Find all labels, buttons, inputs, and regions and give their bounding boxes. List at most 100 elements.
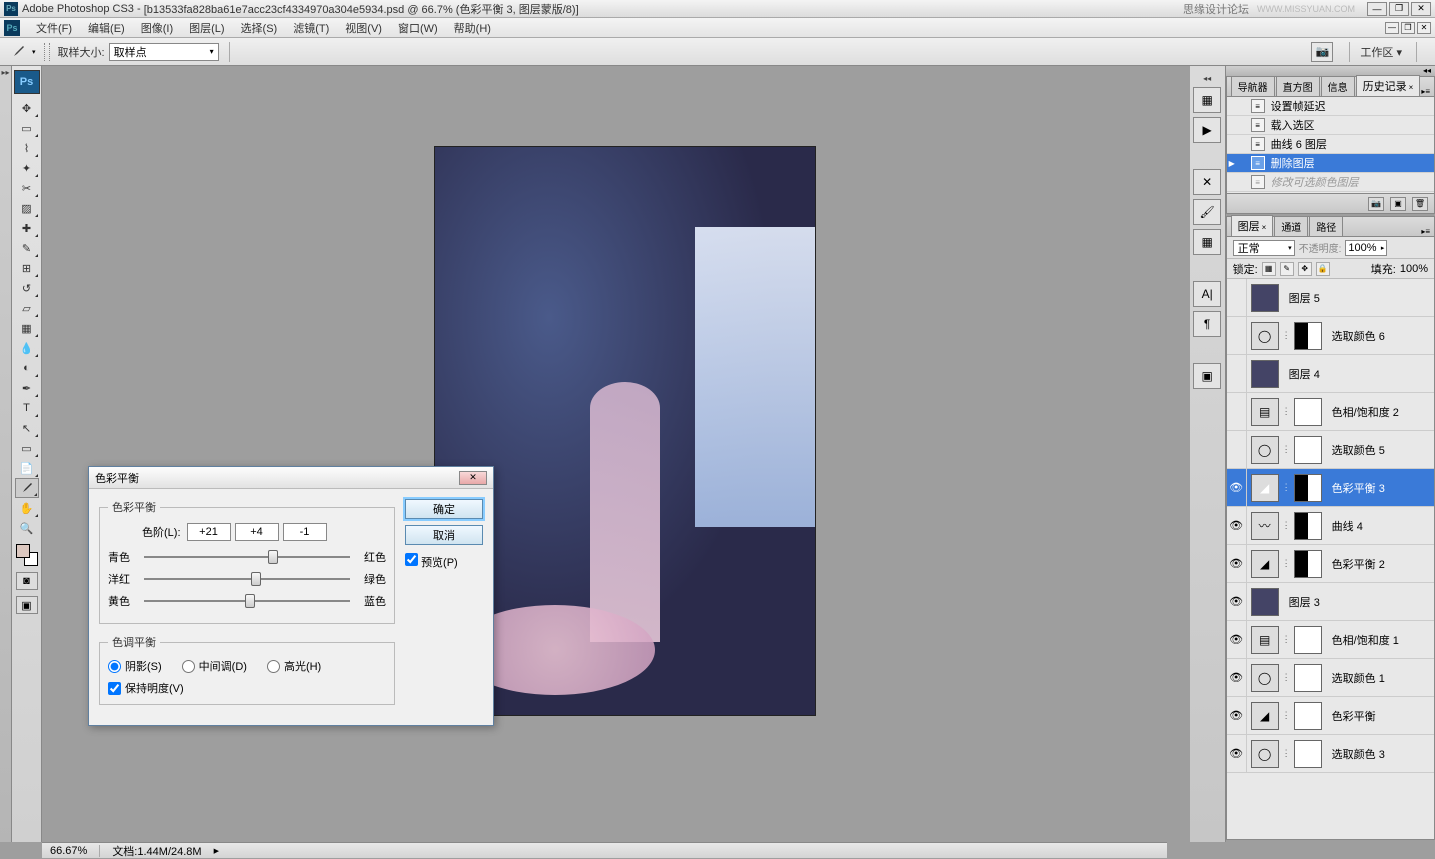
visibility-toggle[interactable]: 👁: [1227, 735, 1247, 772]
bridge-icon[interactable]: 📷: [1311, 42, 1333, 62]
gradient-tool[interactable]: ▦: [15, 318, 39, 338]
visibility-toggle[interactable]: [1227, 279, 1247, 316]
layer-row[interactable]: 👁◯⋮选取颜色 1: [1227, 659, 1434, 697]
stamp-tool[interactable]: ⊞: [15, 258, 39, 278]
layer-row[interactable]: 图层 4: [1227, 355, 1434, 393]
tab-history[interactable]: 历史记录×: [1356, 75, 1421, 96]
layer-row[interactable]: ▤⋮色相/饱和度 2: [1227, 393, 1434, 431]
menu-edit[interactable]: 编辑(E): [80, 20, 133, 36]
histogram-dock-icon[interactable]: ▶: [1193, 117, 1221, 143]
character-dock-icon[interactable]: A|: [1193, 281, 1221, 307]
pen-tool[interactable]: ✒: [15, 378, 39, 398]
dropdown-icon[interactable]: ▾: [32, 48, 36, 56]
mask-thumb[interactable]: [1294, 398, 1322, 426]
maximize-button[interactable]: ❐: [1389, 2, 1409, 16]
layer-thumb[interactable]: [1251, 588, 1279, 616]
visibility-toggle[interactable]: 👁: [1227, 697, 1247, 734]
screenmode-button[interactable]: ▣: [16, 596, 38, 614]
layer-name[interactable]: 色相/饱和度 2: [1326, 404, 1399, 420]
layer-name[interactable]: 图层 5: [1283, 290, 1320, 306]
mask-thumb[interactable]: [1294, 626, 1322, 654]
layer-name[interactable]: 曲线 4: [1326, 518, 1363, 534]
doc-restore-button[interactable]: ❐: [1401, 22, 1415, 34]
opacity-input[interactable]: 100%: [1345, 240, 1387, 256]
doc-size-info[interactable]: 文档:1.44M/24.8M: [112, 843, 201, 859]
link-icon[interactable]: ⋮: [1282, 520, 1291, 531]
link-icon[interactable]: ⋮: [1282, 710, 1291, 721]
path-tool[interactable]: ↖: [15, 418, 39, 438]
layer-row[interactable]: ◯⋮选取颜色 6: [1227, 317, 1434, 355]
layer-row[interactable]: 👁〰⋮曲线 4: [1227, 507, 1434, 545]
mask-thumb[interactable]: [1294, 702, 1322, 730]
level-yellow-blue-input[interactable]: [283, 523, 327, 541]
canvas-area[interactable]: 色彩平衡 ✕ 色彩平衡 色阶(L): 青色: [42, 66, 1190, 842]
mask-thumb[interactable]: [1294, 474, 1322, 502]
crop-tool[interactable]: ✂: [15, 178, 39, 198]
eyedropper-tool[interactable]: [15, 478, 39, 498]
menu-window[interactable]: 窗口(W): [390, 20, 446, 36]
link-icon[interactable]: ⋮: [1282, 406, 1291, 417]
workspace-button[interactable]: 工作区 ▾: [1360, 44, 1402, 60]
ok-button[interactable]: 确定: [405, 499, 483, 519]
history-item[interactable]: ≡设置帧延迟: [1227, 97, 1434, 116]
tools-dock-icon[interactable]: ✕: [1193, 169, 1221, 195]
history-item[interactable]: ≡修改可选颜色图层: [1227, 173, 1434, 192]
preserve-luminosity-checkbox[interactable]: 保持明度(V): [108, 680, 386, 696]
history-item[interactable]: ≡曲线 6 图层: [1227, 135, 1434, 154]
link-icon[interactable]: ⋮: [1282, 482, 1291, 493]
adjustment-thumb[interactable]: ◯: [1251, 322, 1279, 350]
status-menu-icon[interactable]: ▶: [214, 847, 219, 855]
dialog-close-button[interactable]: ✕: [459, 471, 487, 485]
quickmask-button[interactable]: ◙: [16, 572, 38, 590]
link-icon[interactable]: ⋮: [1282, 444, 1291, 455]
layer-name[interactable]: 选取颜色 5: [1326, 442, 1385, 458]
menu-layer[interactable]: 图层(L): [181, 20, 232, 36]
eraser-tool[interactable]: ▱: [15, 298, 39, 318]
visibility-toggle[interactable]: 👁: [1227, 659, 1247, 696]
visibility-toggle[interactable]: 👁: [1227, 545, 1247, 582]
visibility-toggle[interactable]: 👁: [1227, 583, 1247, 620]
layer-row[interactable]: 👁▤⋮色相/饱和度 1: [1227, 621, 1434, 659]
visibility-toggle[interactable]: [1227, 393, 1247, 430]
adjustment-thumb[interactable]: ◢: [1251, 474, 1279, 502]
lock-position-button[interactable]: ✥: [1298, 262, 1312, 276]
adjustment-thumb[interactable]: ◯: [1251, 436, 1279, 464]
layer-name[interactable]: 选取颜色 1: [1326, 670, 1385, 686]
adjustment-thumb[interactable]: ◢: [1251, 702, 1279, 730]
layer-name[interactable]: 色彩平衡 2: [1326, 556, 1385, 572]
wand-tool[interactable]: ✦: [15, 158, 39, 178]
tab-histogram[interactable]: 直方图: [1276, 76, 1320, 96]
left-dock-strip[interactable]: ▸▸: [0, 66, 12, 842]
highlights-radio[interactable]: 高光(H): [267, 658, 321, 674]
level-magenta-green-input[interactable]: [235, 523, 279, 541]
tab-navigator[interactable]: 导航器: [1231, 76, 1275, 96]
menu-file[interactable]: 文件(F): [28, 20, 80, 36]
fg-color[interactable]: [16, 544, 30, 558]
zoom-tool[interactable]: 🔍: [15, 518, 39, 538]
layer-name[interactable]: 图层 4: [1283, 366, 1320, 382]
lock-all-button[interactable]: 🔒: [1316, 262, 1330, 276]
lock-paint-button[interactable]: ✎: [1280, 262, 1294, 276]
adjustment-thumb[interactable]: ◯: [1251, 740, 1279, 768]
preview-checkbox[interactable]: 预览(P): [405, 553, 458, 570]
level-cyan-red-input[interactable]: [187, 523, 231, 541]
layer-row[interactable]: 👁◢⋮色彩平衡: [1227, 697, 1434, 735]
brushes-dock-icon[interactable]: 🖌: [1193, 199, 1221, 225]
grip-icon[interactable]: [44, 43, 50, 61]
layer-row[interactable]: 👁◢⋮色彩平衡 2: [1227, 545, 1434, 583]
layer-name[interactable]: 图层 3: [1283, 594, 1320, 610]
history-new-button[interactable]: ▣: [1390, 197, 1406, 211]
paragraph-dock-icon[interactable]: ¶: [1193, 311, 1221, 337]
zoom-level[interactable]: 66.67%: [50, 845, 87, 857]
fill-input[interactable]: 100%: [1400, 263, 1428, 275]
history-item[interactable]: ▶≡删除图层: [1227, 154, 1434, 173]
history-item[interactable]: ≡载入选区: [1227, 116, 1434, 135]
heal-tool[interactable]: ✚: [15, 218, 39, 238]
slice-tool[interactable]: ▨: [15, 198, 39, 218]
lock-transparent-button[interactable]: ▦: [1262, 262, 1276, 276]
layer-name[interactable]: 选取颜色 6: [1326, 328, 1385, 344]
tab-info[interactable]: 信息: [1321, 76, 1355, 96]
blur-tool[interactable]: 💧: [15, 338, 39, 358]
minimize-button[interactable]: —: [1367, 2, 1387, 16]
tab-paths[interactable]: 路径: [1309, 216, 1343, 236]
